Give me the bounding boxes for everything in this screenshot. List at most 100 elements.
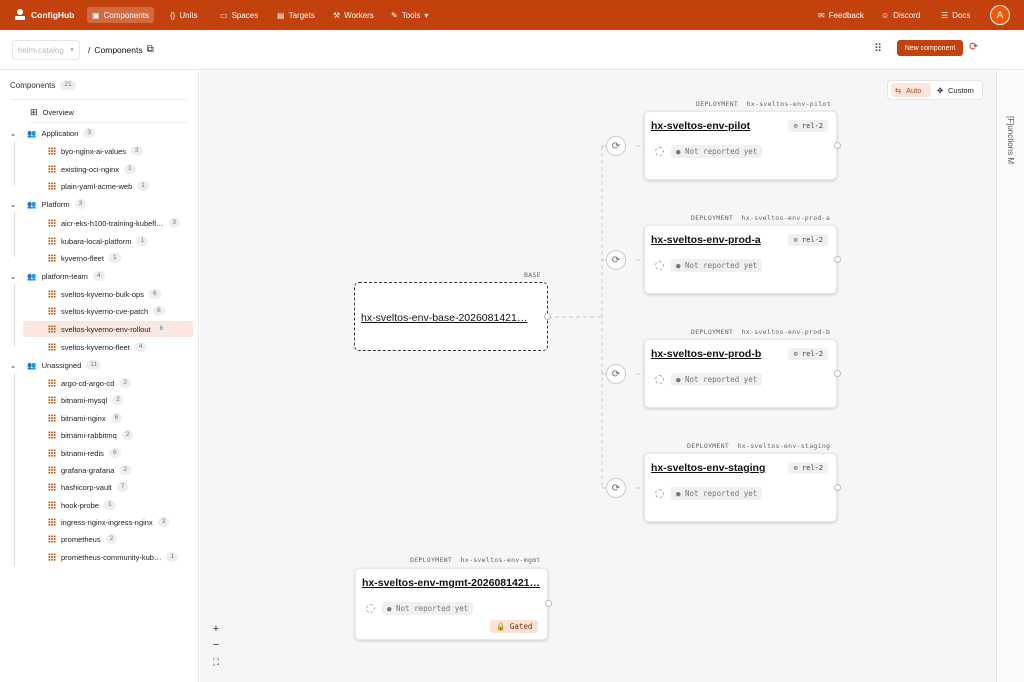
toggle-custom[interactable]: Custom	[948, 86, 974, 95]
sidebar-item-label: plain-yaml-acme-web	[61, 181, 133, 191]
sidebar-group-platform[interactable]: ⌄ 👥 Platform 3	[10, 196, 87, 212]
release-badge: ⊙ rel-2	[788, 348, 828, 360]
grid-menu-icon[interactable]: ⠿	[874, 42, 882, 55]
node-port[interactable]	[545, 600, 552, 607]
status-badge: ● Not reported yet	[382, 602, 474, 615]
sidebar-item-component[interactable]: bitnami-nginx 6	[48, 410, 123, 426]
avatar[interactable]: A	[990, 5, 1010, 25]
sync-cycle-icon[interactable]: ⟳	[606, 478, 626, 498]
sidebar-group-application[interactable]: ⌄ 👥 Application 3	[10, 125, 95, 141]
sidebar-item-component[interactable]: bitnami-rabbitmq 2	[48, 427, 134, 443]
refresh-icon[interactable]: ⟳	[969, 40, 978, 53]
nav-targets[interactable]: ▤ Targets	[272, 7, 320, 23]
sidebar-item-component[interactable]: prometheus-community-kub… 1	[48, 549, 179, 565]
node-kind-label: DEPLOYMENT hx-sveltos-env-staging	[687, 442, 830, 450]
copy-icon[interactable]: ⧉	[147, 44, 154, 55]
node-name[interactable]: hx-sveltos-env-prod-a	[651, 234, 761, 246]
sidebar-item-component[interactable]: argo-cd-argo-cd 2	[48, 375, 131, 391]
sidebar-item-component[interactable]: sveltos-kyverno-fleet 4	[48, 339, 147, 355]
fit-view-button[interactable]: ⛶	[209, 655, 223, 669]
node-kind-label: DEPLOYMENT hx-sveltos-env-prod-a	[691, 214, 830, 222]
sidebar-item-component[interactable]: byo-nginx-ai-values 3	[48, 143, 143, 159]
sync-cycle-icon[interactable]: ⟳	[606, 250, 626, 270]
deployment-node-mgmt[interactable]: hx-sveltos-env-mgmt-20260814​21… ● Not r…	[355, 568, 548, 640]
deployment-node[interactable]: hx-sveltos-env-prod-a ⊙ rel-2 ● Not repo…	[644, 225, 837, 294]
sidebar-item-component[interactable]: aicr-eks-h100-training-kubefl… 3	[48, 215, 181, 231]
sidebar-item-component[interactable]: plain-yaml-acme-web 1	[48, 178, 149, 194]
nav-spaces[interactable]: ▭ Spaces	[215, 7, 263, 23]
deployment-node[interactable]: hx-sveltos-env-pilot ⊙ rel-2 ● Not repor…	[644, 111, 837, 180]
sidebar-item-component-selected[interactable]: sveltos-kyverno-env-rollout 6	[23, 321, 193, 337]
sidebar-item-component[interactable]: bitnami-redis 6	[48, 445, 121, 461]
kind-text: DEPLOYMENT	[691, 214, 734, 222]
graph-canvas[interactable]	[200, 71, 995, 682]
sidebar-item-component[interactable]: sveltos-kyverno-cve-patch 6	[48, 303, 165, 319]
discord-link[interactable]: ☺ Discord	[876, 7, 925, 23]
new-component-button[interactable]: New component	[897, 40, 963, 56]
node-kind-label: DEPLOYMENT hx-sveltos-env-mgmt	[410, 556, 541, 564]
sidebar-item-component[interactable]: bitnami-mysql 2	[48, 392, 124, 408]
group-people-icon: 👥	[27, 128, 37, 138]
release-badge: ⊙ rel-2	[788, 462, 828, 474]
functions-side-panel[interactable]: [F]unctions M	[996, 71, 1024, 682]
sidebar-group-platform-team[interactable]: ⌄ 👥 platform-team 4	[10, 268, 105, 284]
nav-units[interactable]: {} Units	[165, 7, 203, 23]
docs-link[interactable]: ☰ Docs	[936, 7, 975, 23]
sidebar-item-label: bitnami-redis	[61, 448, 104, 458]
component-grid-icon	[48, 237, 56, 245]
sync-cycle-icon[interactable]: ⟳	[606, 136, 626, 156]
sidebar-group-label: Platform	[41, 199, 70, 209]
sidebar-item-component[interactable]: kubara-local-platform 1	[48, 233, 149, 249]
sidebar-group-unassigned[interactable]: ⌄ 👥 Unassigned 11	[10, 357, 101, 373]
node-name[interactable]: hx-sveltos-env-mgmt-20260814​21…	[362, 577, 540, 589]
node-port[interactable]	[834, 142, 841, 149]
kind-text: DEPLOYMENT	[410, 556, 453, 564]
components-icon: ▣	[92, 10, 100, 20]
node-port[interactable]	[834, 256, 841, 263]
toggle-auto[interactable]: Auto	[906, 86, 921, 95]
item-count-badge: 2	[121, 430, 134, 440]
deployment-node[interactable]: hx-sveltos-env-prod-b ⊙ rel-2 ● Not repo…	[644, 339, 837, 408]
item-count-badge: 1	[123, 164, 136, 174]
sidebar-item-component[interactable]: ingress-nginx-ingress-nginx 3	[48, 514, 170, 530]
chevron-down-icon: ⌄	[10, 360, 17, 370]
nav-label: Components	[103, 10, 149, 20]
sync-cycle-icon[interactable]: ⟳	[606, 364, 626, 384]
folder-icon: ▭	[220, 10, 228, 20]
nav-workers[interactable]: ⚒ Workers	[328, 7, 379, 23]
sidebar-item-component[interactable]: hook-probe 1	[48, 497, 116, 513]
node-name[interactable]: hx-sveltos-env-prod-b	[651, 348, 761, 360]
node-name[interactable]: hx-sveltos-env-base-20260814​21…	[361, 312, 527, 324]
component-grid-icon	[48, 553, 56, 561]
sidebar-item-component[interactable]: sveltos-kyverno-bulk-ops 6	[48, 286, 161, 302]
nav-tools[interactable]: ✎ Tools ▾	[386, 7, 433, 23]
app-selector[interactable]: helm-catalog ▾	[12, 40, 80, 60]
zoom-in-button[interactable]: +	[209, 622, 223, 636]
nav-components[interactable]: ▣ Components	[87, 7, 154, 23]
sidebar-item-label: kubara-local-platform	[61, 236, 132, 246]
sidebar-item-component[interactable]: hashicorp-vault 7	[48, 479, 129, 495]
node-port[interactable]	[834, 370, 841, 377]
brand-logo[interactable]: ConfigHub	[8, 7, 79, 23]
zoom-out-button[interactable]: −	[209, 638, 223, 652]
node-name[interactable]: hx-sveltos-env-pilot	[651, 120, 750, 132]
feedback-link[interactable]: ✉ Feedback	[813, 7, 869, 23]
edges-layer	[548, 145, 645, 489]
item-count-badge: 1	[137, 181, 149, 191]
node-name[interactable]: hx-sveltos-env-staging	[651, 462, 765, 474]
top-navbar: ConfigHub ▣ Components {} Units ▭ Spaces…	[0, 0, 1024, 30]
sidebar-item-component[interactable]: existing-oci-nginx 1	[48, 161, 136, 177]
sidebar-item-overview[interactable]: ⊞ Overview	[30, 104, 74, 120]
sidebar-item-component[interactable]: prometheus 2	[48, 531, 118, 547]
kind-slug: hx-sveltos-env-pilot	[746, 100, 831, 108]
component-grid-icon	[48, 165, 56, 173]
sidebar-item-label: hashicorp-vault	[61, 482, 112, 492]
node-port[interactable]	[544, 313, 551, 320]
deployment-node[interactable]: hx-sveltos-env-staging ⊙ rel-2 ● Not rep…	[644, 453, 837, 522]
base-node[interactable]: hx-sveltos-env-base-20260814​21…	[354, 282, 548, 351]
sidebar-item-component[interactable]: grafana-grafana 2	[48, 462, 131, 478]
node-port[interactable]	[834, 484, 841, 491]
functions-panel-label[interactable]: [F]unctions M	[1006, 116, 1015, 164]
sidebar-item-component[interactable]: kyverno-fleet 1	[48, 250, 121, 266]
sidebar-item-label: sveltos-kyverno-fleet	[61, 342, 130, 352]
